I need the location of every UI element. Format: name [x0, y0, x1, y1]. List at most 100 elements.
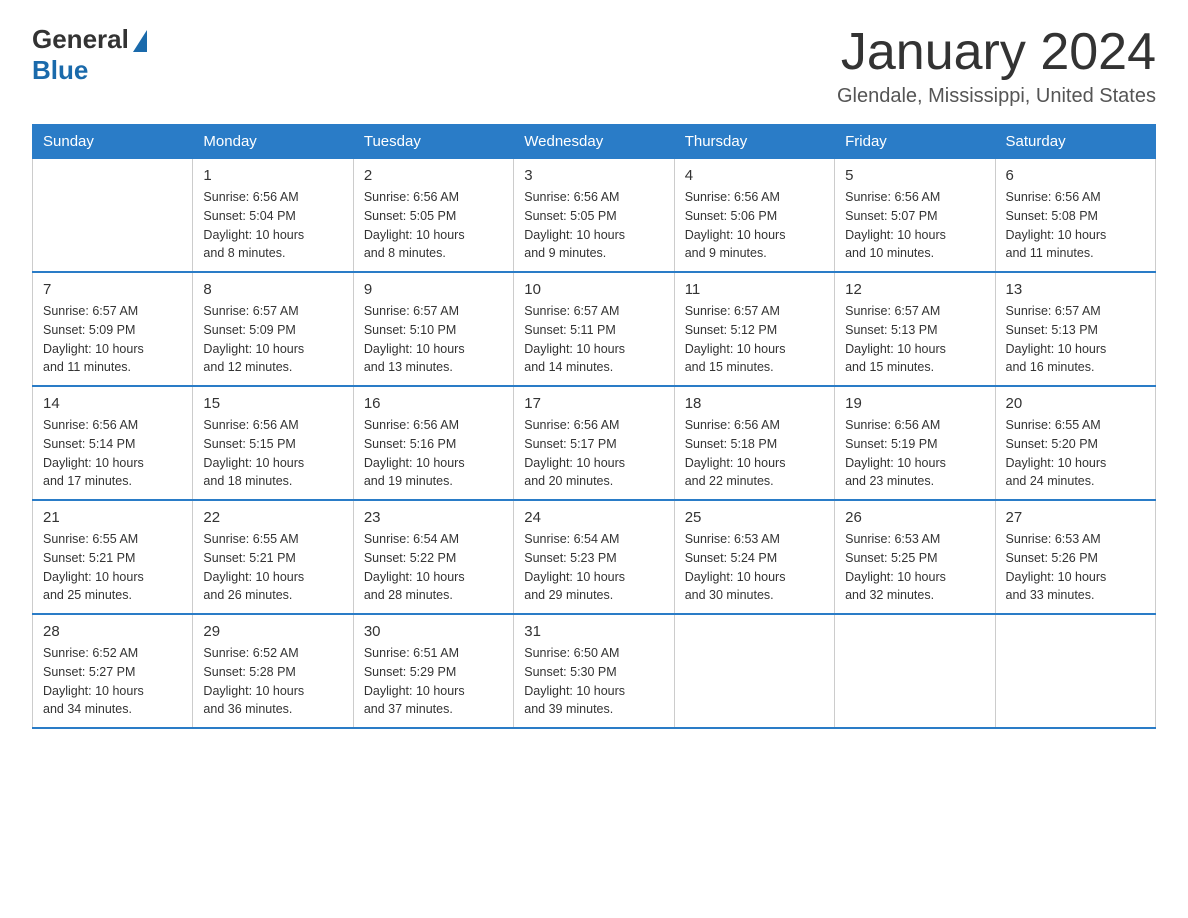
calendar-cell: 16Sunrise: 6:56 AM Sunset: 5:16 PM Dayli…: [353, 386, 513, 500]
day-info: Sunrise: 6:53 AM Sunset: 5:24 PM Dayligh…: [685, 530, 824, 605]
day-number: 20: [1006, 395, 1145, 412]
calendar-cell: [835, 614, 995, 728]
day-number: 10: [524, 281, 663, 298]
calendar-cell: 26Sunrise: 6:53 AM Sunset: 5:25 PM Dayli…: [835, 500, 995, 614]
day-number: 11: [685, 281, 824, 298]
calendar-cell: 4 Sunrise: 6:56 AM Sunset: 5:06 PM Daylig…: [674, 159, 834, 273]
day-info: Sunrise: 6:54 AM Sunset: 5:23 PM Dayligh…: [524, 530, 663, 605]
calendar-cell: 17 Sunrise: 6:56 AM Sunset: 5:17 PM Dayli…: [514, 386, 674, 500]
column-header-thursday: Thursday: [674, 125, 834, 159]
day-info: Sunrise: 6:56 AM Sunset: 5:04 PM Dayligh…: [203, 188, 342, 263]
calendar-cell: 10 Sunrise: 6:57 AM Sunset: 5:11 PM Dayli…: [514, 272, 674, 386]
day-number: 16: [364, 395, 503, 412]
calendar-cell: [674, 614, 834, 728]
day-info: Sunrise: 6:56 AM Sunset: 5:18 PM Dayligh…: [685, 416, 824, 491]
calendar-cell: 1 Sunrise: 6:56 AM Sunset: 5:04 PM Daylig…: [193, 159, 353, 273]
day-number: 26: [845, 509, 984, 526]
page-header: General Blue January 2024 Glendale, Miss…: [32, 24, 1156, 108]
day-number: 22: [203, 509, 342, 526]
column-header-monday: Monday: [193, 125, 353, 159]
calendar-table: SundayMondayTuesdayWednesdayThursdayFrid…: [32, 124, 1156, 729]
day-number: 15: [203, 395, 342, 412]
day-number: 9: [364, 281, 503, 298]
calendar-cell: 11Sunrise: 6:57 AM Sunset: 5:12 PM Dayli…: [674, 272, 834, 386]
calendar-week-row: 7 Sunrise: 6:57 AM Sunset: 5:09 PM Daylig…: [33, 272, 1156, 386]
day-number: 7: [43, 281, 182, 298]
logo-triangle-icon: [133, 30, 147, 52]
day-info: Sunrise: 6:56 AM Sunset: 5:08 PM Dayligh…: [1006, 188, 1145, 263]
day-info: Sunrise: 6:53 AM Sunset: 5:26 PM Dayligh…: [1006, 530, 1145, 605]
day-info: Sunrise: 6:56 AM Sunset: 5:06 PM Dayligh…: [685, 188, 824, 263]
calendar-week-row: 14 Sunrise: 6:56 AM Sunset: 5:14 PM Dayli…: [33, 386, 1156, 500]
day-number: 2: [364, 167, 503, 184]
day-info: Sunrise: 6:57 AM Sunset: 5:13 PM Dayligh…: [845, 302, 984, 377]
day-info: Sunrise: 6:56 AM Sunset: 5:14 PM Dayligh…: [43, 416, 182, 491]
day-number: 5: [845, 167, 984, 184]
calendar-cell: 21Sunrise: 6:55 AM Sunset: 5:21 PM Dayli…: [33, 500, 193, 614]
day-info: Sunrise: 6:57 AM Sunset: 5:11 PM Dayligh…: [524, 302, 663, 377]
day-info: Sunrise: 6:56 AM Sunset: 5:19 PM Dayligh…: [845, 416, 984, 491]
calendar-cell: 18 Sunrise: 6:56 AM Sunset: 5:18 PM Dayli…: [674, 386, 834, 500]
day-info: Sunrise: 6:56 AM Sunset: 5:07 PM Dayligh…: [845, 188, 984, 263]
day-number: 27: [1006, 509, 1145, 526]
title-block: January 2024 Glendale, Mississippi, Unit…: [837, 24, 1156, 108]
column-header-friday: Friday: [835, 125, 995, 159]
calendar-week-row: 1 Sunrise: 6:56 AM Sunset: 5:04 PM Daylig…: [33, 159, 1156, 273]
calendar-cell: 22 Sunrise: 6:55 AM Sunset: 5:21 PM Dayli…: [193, 500, 353, 614]
calendar-cell: 15 Sunrise: 6:56 AM Sunset: 5:15 PM Dayli…: [193, 386, 353, 500]
location-text: Glendale, Mississippi, United States: [837, 85, 1156, 108]
calendar-cell: 30Sunrise: 6:51 AM Sunset: 5:29 PM Dayli…: [353, 614, 513, 728]
calendar-cell: [995, 614, 1155, 728]
day-info: Sunrise: 6:55 AM Sunset: 5:21 PM Dayligh…: [203, 530, 342, 605]
column-header-saturday: Saturday: [995, 125, 1155, 159]
day-number: 17: [524, 395, 663, 412]
calendar-cell: 24Sunrise: 6:54 AM Sunset: 5:23 PM Dayli…: [514, 500, 674, 614]
day-info: Sunrise: 6:56 AM Sunset: 5:17 PM Dayligh…: [524, 416, 663, 491]
day-info: Sunrise: 6:57 AM Sunset: 5:09 PM Dayligh…: [203, 302, 342, 377]
logo: General Blue: [32, 24, 147, 86]
day-info: Sunrise: 6:57 AM Sunset: 5:13 PM Dayligh…: [1006, 302, 1145, 377]
calendar-cell: 19 Sunrise: 6:56 AM Sunset: 5:19 PM Dayli…: [835, 386, 995, 500]
day-info: Sunrise: 6:51 AM Sunset: 5:29 PM Dayligh…: [364, 644, 503, 719]
day-info: Sunrise: 6:57 AM Sunset: 5:09 PM Dayligh…: [43, 302, 182, 377]
day-number: 4: [685, 167, 824, 184]
day-number: 14: [43, 395, 182, 412]
logo-general-text: General: [32, 24, 129, 55]
day-info: Sunrise: 6:55 AM Sunset: 5:20 PM Dayligh…: [1006, 416, 1145, 491]
day-info: Sunrise: 6:56 AM Sunset: 5:15 PM Dayligh…: [203, 416, 342, 491]
day-number: 18: [685, 395, 824, 412]
calendar-cell: 20 Sunrise: 6:55 AM Sunset: 5:20 PM Dayli…: [995, 386, 1155, 500]
day-number: 23: [364, 509, 503, 526]
calendar-cell: 5 Sunrise: 6:56 AM Sunset: 5:07 PM Daylig…: [835, 159, 995, 273]
day-info: Sunrise: 6:57 AM Sunset: 5:10 PM Dayligh…: [364, 302, 503, 377]
logo-blue-text: Blue: [32, 55, 88, 86]
month-title: January 2024: [837, 24, 1156, 81]
day-number: 6: [1006, 167, 1145, 184]
calendar-header-row: SundayMondayTuesdayWednesdayThursdayFrid…: [33, 125, 1156, 159]
column-header-wednesday: Wednesday: [514, 125, 674, 159]
day-number: 3: [524, 167, 663, 184]
calendar-cell: 12Sunrise: 6:57 AM Sunset: 5:13 PM Dayli…: [835, 272, 995, 386]
day-info: Sunrise: 6:52 AM Sunset: 5:28 PM Dayligh…: [203, 644, 342, 719]
day-number: 8: [203, 281, 342, 298]
day-number: 31: [524, 623, 663, 640]
calendar-cell: 31Sunrise: 6:50 AM Sunset: 5:30 PM Dayli…: [514, 614, 674, 728]
calendar-cell: 3 Sunrise: 6:56 AM Sunset: 5:05 PM Daylig…: [514, 159, 674, 273]
calendar-cell: 27 Sunrise: 6:53 AM Sunset: 5:26 PM Dayli…: [995, 500, 1155, 614]
day-info: Sunrise: 6:55 AM Sunset: 5:21 PM Dayligh…: [43, 530, 182, 605]
calendar-week-row: 28Sunrise: 6:52 AM Sunset: 5:27 PM Dayli…: [33, 614, 1156, 728]
calendar-cell: 2Sunrise: 6:56 AM Sunset: 5:05 PM Daylig…: [353, 159, 513, 273]
day-number: 29: [203, 623, 342, 640]
column-header-tuesday: Tuesday: [353, 125, 513, 159]
day-number: 28: [43, 623, 182, 640]
calendar-cell: 14 Sunrise: 6:56 AM Sunset: 5:14 PM Dayli…: [33, 386, 193, 500]
calendar-cell: 9 Sunrise: 6:57 AM Sunset: 5:10 PM Daylig…: [353, 272, 513, 386]
day-number: 1: [203, 167, 342, 184]
calendar-cell: [33, 159, 193, 273]
calendar-cell: 7 Sunrise: 6:57 AM Sunset: 5:09 PM Daylig…: [33, 272, 193, 386]
day-number: 13: [1006, 281, 1145, 298]
day-number: 19: [845, 395, 984, 412]
calendar-cell: 29 Sunrise: 6:52 AM Sunset: 5:28 PM Dayli…: [193, 614, 353, 728]
calendar-cell: 13 Sunrise: 6:57 AM Sunset: 5:13 PM Dayli…: [995, 272, 1155, 386]
day-info: Sunrise: 6:56 AM Sunset: 5:05 PM Dayligh…: [524, 188, 663, 263]
